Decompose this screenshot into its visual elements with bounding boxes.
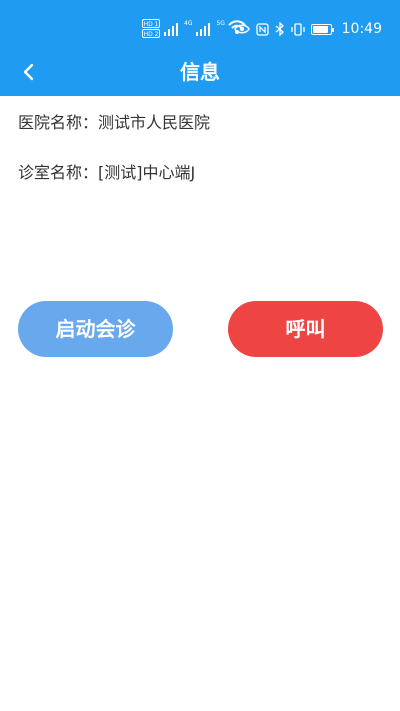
call-button[interactable]: 呼叫 [228, 301, 383, 357]
hd-indicators: HD 1 HD 2 [142, 18, 160, 38]
clinic-name-row: 诊室名称：[测试]中心端J [18, 161, 195, 185]
eye-icon [233, 24, 250, 34]
page-title: 信息 [180, 60, 220, 84]
app-screen: HD 1 HD 2 4G 5G 10:49 信息 医院名称：测试市人民医院 诊室… [0, 0, 400, 711]
clinic-name-label: 诊室名称： [18, 163, 99, 182]
signal-icon [195, 20, 213, 36]
signal-icon [163, 20, 181, 36]
battery-icon [310, 23, 334, 35]
hospital-name-value: 测试市人民医院 [98, 113, 211, 132]
nfc-icon [255, 22, 269, 36]
navigation-bar: 信息 [0, 48, 400, 96]
status-time: 10:49 [341, 21, 382, 37]
clinic-name-value: [测试]中心端J [98, 163, 196, 182]
status-network-group: HD 1 HD 2 4G 5G [142, 16, 246, 40]
status-system-group: 10:49 [233, 18, 382, 40]
network-type-1: 4G [184, 20, 193, 27]
hospital-name-label: 医院名称： [18, 113, 99, 132]
vibrate-icon [290, 22, 305, 36]
bluetooth-icon [275, 22, 284, 36]
hd2-badge: HD 2 [142, 28, 160, 38]
hospital-name-row: 医院名称：测试市人民医院 [18, 111, 210, 135]
top-header: HD 1 HD 2 4G 5G 10:49 信息 [0, 0, 400, 96]
status-bar: HD 1 HD 2 4G 5G 10:49 [0, 0, 400, 48]
start-consultation-button[interactable]: 启动会诊 [18, 301, 173, 357]
hd1-badge: HD 1 [142, 18, 160, 28]
network-type-2: 5G [216, 20, 225, 27]
